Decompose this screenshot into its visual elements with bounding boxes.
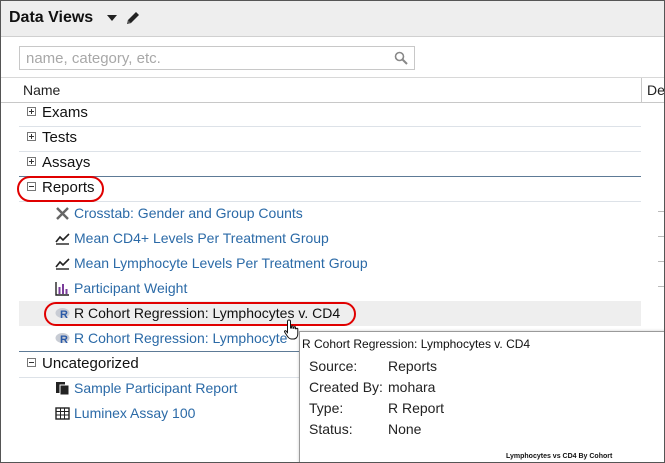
tooltip-status-value: None: [388, 421, 422, 437]
group-label: Exams: [42, 104, 88, 121]
expand-icon[interactable]: [27, 132, 36, 141]
group-row-exams[interactable]: Exams: [19, 101, 641, 127]
thumbnail-caption: Lymphocytes vs CD4 By Cohort: [506, 453, 613, 460]
bar-chart-icon: [55, 282, 69, 296]
crosstab-icon: [56, 207, 69, 220]
expand-icon[interactable]: [27, 157, 36, 166]
grid-icon: [55, 407, 70, 420]
search-icon[interactable]: [394, 51, 408, 65]
group-row-reports[interactable]: Reports: [19, 176, 641, 202]
report-link[interactable]: Luminex Assay 100: [74, 405, 195, 421]
group-row-tests[interactable]: Tests: [19, 126, 641, 152]
tooltip-title: R Cohort Regression: Lymphocytes v. CD4: [302, 337, 531, 351]
expand-icon[interactable]: [27, 107, 36, 116]
list-item-report[interactable]: Mean CD4+ Levels Per Treatment Group: [19, 226, 641, 251]
column-edge: [658, 261, 664, 262]
column-header-row: Name De: [1, 77, 664, 103]
list-item-report[interactable]: Mean Lymphocyte Levels Per Treatment Gro…: [19, 251, 641, 276]
column-edge: [658, 286, 664, 287]
group-label: Uncategorized: [42, 355, 139, 372]
tooltip-status-label: Status:: [309, 421, 353, 437]
participant-report-icon: [56, 382, 70, 396]
chevron-down-icon[interactable]: [107, 15, 117, 21]
search-input[interactable]: [20, 47, 396, 69]
report-link[interactable]: Crosstab: Gender and Group Counts: [74, 205, 303, 221]
group-label: Assays: [42, 154, 91, 171]
column-edge: [658, 211, 664, 212]
tooltip-type-label: Type:: [309, 400, 344, 416]
highlight-annotation: [44, 302, 356, 326]
data-views-panel: Data Views Name De Exams Tests Assays Re…: [0, 0, 665, 463]
report-link[interactable]: Mean Lymphocyte Levels Per Treatment Gro…: [74, 255, 368, 271]
tooltip-source-value: Reports: [388, 358, 438, 374]
tooltip-type-value: R Report: [388, 400, 445, 416]
r-report-icon: R: [55, 333, 70, 346]
column-header-name[interactable]: Name: [23, 82, 60, 98]
tooltip-source-label: Source:: [309, 358, 358, 374]
report-details-tooltip: R Cohort Regression: Lymphocytes v. CD4 …: [299, 331, 664, 462]
list-item-report[interactable]: Crosstab: Gender and Group Counts: [19, 201, 641, 226]
group-label: Tests: [42, 129, 78, 146]
collapse-icon[interactable]: [27, 358, 36, 367]
search-box: [19, 46, 415, 70]
pencil-icon[interactable]: [125, 10, 141, 26]
report-link[interactable]: R Cohort Regression: Lymphocyte: [74, 330, 287, 346]
panel-header: Data Views: [1, 1, 664, 37]
report-link[interactable]: Participant Weight: [74, 280, 187, 296]
list-item-report[interactable]: Participant Weight: [19, 276, 641, 301]
highlight-annotation: [17, 176, 104, 202]
column-divider[interactable]: [641, 78, 642, 102]
tooltip-created-by-label: Created By:: [309, 379, 383, 395]
svg-text:R: R: [60, 334, 68, 346]
column-edge: [658, 236, 664, 237]
report-link[interactable]: Mean CD4+ Levels Per Treatment Group: [74, 230, 329, 246]
line-chart-icon: [55, 258, 70, 270]
panel-title: Data Views: [9, 9, 94, 26]
column-header-truncated[interactable]: De: [647, 82, 664, 98]
group-row-assays[interactable]: Assays: [19, 151, 641, 177]
report-link[interactable]: Sample Participant Report: [74, 380, 237, 396]
hand-cursor-icon: [283, 319, 299, 340]
tooltip-created-by-value: mohara: [388, 379, 436, 395]
line-chart-icon: [55, 233, 70, 245]
